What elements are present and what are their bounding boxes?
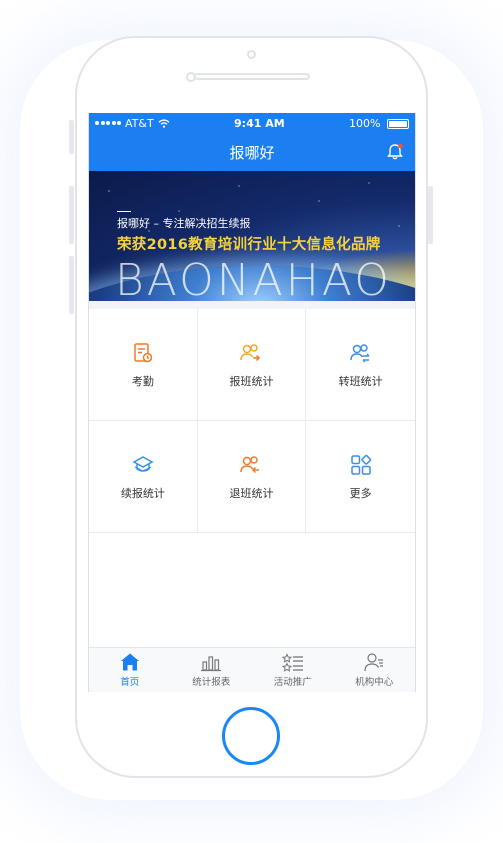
attendance-icon bbox=[134, 342, 153, 362]
grid-item-attendance[interactable]: 考勤 bbox=[89, 309, 198, 421]
grid-item-withdraw-stats[interactable]: 退班统计 bbox=[197, 421, 307, 533]
wifi-icon bbox=[158, 118, 170, 128]
status-left: AT&T bbox=[95, 117, 170, 130]
renew-stats-icon bbox=[132, 455, 154, 472]
banner-subtitle: 报哪好 – 专注解决招生续报 bbox=[117, 217, 251, 230]
tab-label: 机构中心 bbox=[355, 677, 394, 688]
grid-item-label: 转班统计 bbox=[338, 374, 383, 388]
home-icon bbox=[120, 653, 139, 671]
front-sensor bbox=[247, 50, 256, 59]
tab-promotion[interactable]: 活动推广 bbox=[252, 648, 334, 692]
function-grid: 考勤 报班统计 转班统计 续报统计 退班统计 更多 bbox=[89, 309, 415, 533]
enroll-stats-icon bbox=[240, 343, 261, 361]
battery-icon bbox=[386, 118, 409, 129]
tab-statistics[interactable]: 统计报表 bbox=[171, 648, 253, 692]
grid-item-label: 退班统计 bbox=[229, 486, 274, 500]
grid-item-label: 报班统计 bbox=[229, 374, 274, 388]
user-center-icon bbox=[364, 653, 384, 672]
nav-bar: 报哪好 bbox=[89, 133, 415, 171]
transfer-stats-icon bbox=[349, 343, 370, 362]
section-gap bbox=[89, 301, 415, 309]
home-button[interactable] bbox=[222, 707, 280, 765]
banner-dash bbox=[117, 211, 131, 212]
promo-banner[interactable]: 报哪好 – 专注解决招生续报 荣获2016教育培训行业十大信息化品牌 BAONA… bbox=[89, 171, 415, 301]
battery-percent: 100% bbox=[349, 116, 381, 130]
tab-home[interactable]: 首页 bbox=[89, 648, 171, 692]
carrier-label: AT&T bbox=[125, 116, 154, 130]
earpiece-speaker bbox=[194, 73, 310, 80]
tab-label: 统计报表 bbox=[192, 677, 231, 688]
promotion-list-icon bbox=[281, 653, 303, 672]
mute-switch bbox=[69, 120, 74, 154]
tab-label: 活动推广 bbox=[273, 677, 312, 688]
grid-item-label: 续报统计 bbox=[120, 486, 165, 500]
grid-item-label: 考勤 bbox=[131, 374, 154, 388]
banner-brand-text: BAONAHAO bbox=[115, 255, 392, 301]
power-button bbox=[428, 186, 433, 244]
volume-down-button bbox=[69, 256, 74, 314]
page-title: 报哪好 bbox=[229, 143, 275, 162]
status-time: 9:41 AM bbox=[234, 116, 285, 130]
notification-bell-icon[interactable] bbox=[385, 142, 405, 162]
more-grid-icon bbox=[350, 454, 371, 475]
grid-item-label: 更多 bbox=[349, 486, 372, 500]
device-mockup: AT&T 9:41 AM 100% 报哪好 报哪好 – 专注解决招生续报 荣获2… bbox=[0, 0, 503, 843]
tab-label: 首页 bbox=[120, 677, 140, 688]
app-screen: AT&T 9:41 AM 100% 报哪好 报哪好 – 专注解决招生续报 荣获2… bbox=[88, 113, 416, 692]
grid-item-more[interactable]: 更多 bbox=[306, 421, 415, 533]
grid-item-renew-stats[interactable]: 续报统计 bbox=[89, 421, 198, 533]
grid-item-transfer-stats[interactable]: 转班统计 bbox=[306, 309, 415, 421]
bar-chart-icon bbox=[201, 656, 222, 672]
volume-up-button bbox=[69, 186, 74, 244]
banner-headline: 荣获2016教育培训行业十大信息化品牌 bbox=[117, 237, 381, 253]
signal-icon bbox=[95, 121, 121, 125]
withdraw-stats-icon bbox=[240, 455, 260, 473]
grid-item-enroll-stats[interactable]: 报班统计 bbox=[197, 309, 307, 421]
status-bar: AT&T 9:41 AM 100% bbox=[89, 113, 415, 133]
tab-org-center[interactable]: 机构中心 bbox=[334, 648, 416, 692]
status-right: 100% bbox=[349, 117, 409, 130]
tab-bar: 首页 统计报表 活动推广 机构中心 bbox=[89, 647, 415, 692]
